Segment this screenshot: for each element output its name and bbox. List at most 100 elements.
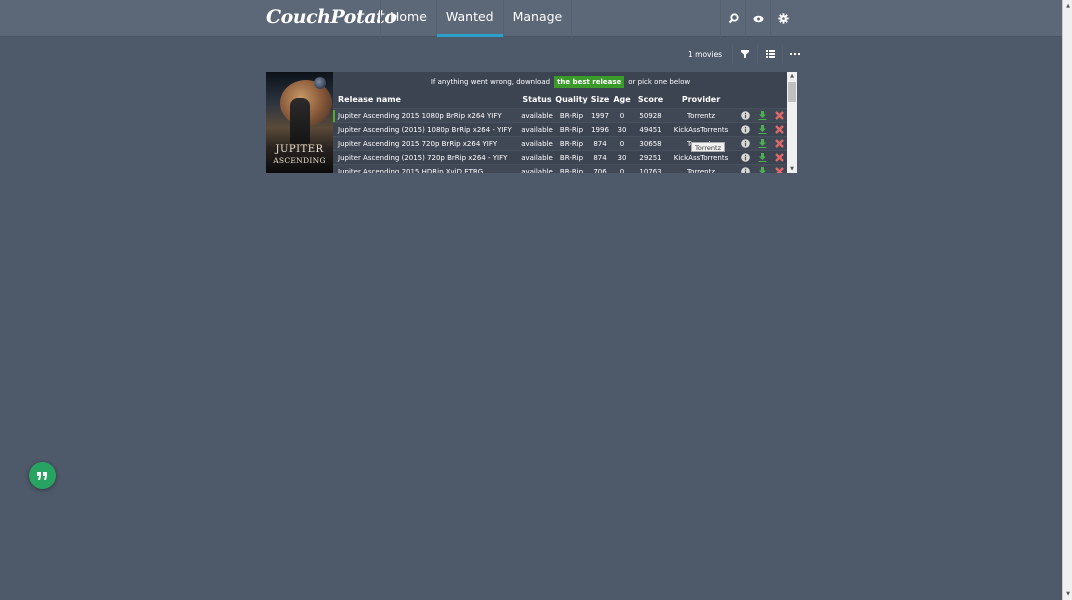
table-row[interactable]: Jupiter Ascending 2015 HDRip XviD ETRG av…	[333, 165, 788, 173]
info-icon	[741, 111, 750, 120]
view-button[interactable]	[745, 0, 770, 37]
delete-icon	[775, 139, 784, 148]
table-row[interactable]: Jupiter Ascending (2015) 1080p BrRip x26…	[333, 123, 788, 137]
col-provider[interactable]: Provider	[668, 95, 734, 104]
download-button[interactable]	[754, 166, 771, 173]
more-button[interactable]	[782, 44, 807, 64]
download-icon	[758, 125, 767, 134]
ignore-button[interactable]	[771, 110, 788, 122]
release-age: 0	[619, 167, 625, 174]
table-row[interactable]: Jupiter Ascending 2015 1080p BrRip x264 …	[333, 109, 788, 123]
more-icon	[790, 52, 801, 55]
col-status[interactable]: Status	[520, 95, 554, 104]
release-quality: BR-Rip	[559, 139, 584, 148]
release-provider: Torrentz	[686, 167, 715, 174]
release-name: Jupiter Ascending 2015 HDRip XviD ETRG	[338, 167, 484, 174]
info-button[interactable]	[737, 110, 754, 122]
release-score: 49451	[639, 125, 662, 134]
page-scrollbar[interactable]: ▲ ▼	[1062, 0, 1072, 600]
info-button[interactable]	[737, 166, 754, 173]
release-age: 30	[617, 125, 627, 134]
release-name: Jupiter Ascending (2015) 720p BrRip x264…	[338, 153, 508, 162]
release-status: available	[521, 125, 553, 134]
releases-table: Release name Status Quality Size Age Sco…	[333, 91, 788, 173]
release-status: available	[521, 111, 553, 120]
release-actions	[737, 110, 788, 122]
release-quality: BR-Rip	[559, 167, 584, 174]
poster-figures	[290, 98, 310, 144]
info-button[interactable]	[737, 152, 754, 164]
col-quality[interactable]: Quality	[554, 95, 589, 104]
release-name: Jupiter Ascending 2015 1080p BrRip x264 …	[338, 111, 502, 120]
info-icon	[741, 139, 750, 148]
col-age[interactable]: Age	[611, 95, 633, 104]
release-panel: JUPITER ASCENDING If anything went wrong…	[266, 72, 797, 173]
search-icon	[728, 13, 739, 24]
col-release-name[interactable]: Release name	[333, 95, 520, 104]
poster-title-line1: JUPITER	[275, 144, 324, 155]
delete-icon	[775, 167, 784, 173]
table-body: Jupiter Ascending 2015 1080p BrRip x264 …	[333, 109, 788, 173]
release-actions	[737, 166, 788, 173]
release-quality: BR-Rip	[559, 111, 584, 120]
quote-icon	[37, 471, 47, 480]
release-score: 10763	[639, 167, 662, 174]
movie-count: 1 movies	[688, 49, 723, 59]
settings-button[interactable]	[770, 0, 795, 37]
info-button[interactable]	[737, 138, 754, 150]
info-button[interactable]	[737, 124, 754, 136]
release-provider: KickAssTorrents	[673, 125, 729, 134]
filter-button[interactable]	[732, 44, 757, 64]
download-button[interactable]	[754, 124, 771, 136]
release-actions	[737, 124, 788, 136]
release-quality: BR-Rip	[559, 125, 584, 134]
release-provider: Torrentz	[686, 111, 715, 120]
poster-title-line2: ASCENDING	[273, 156, 326, 165]
main-nav: Home Wanted Manage	[380, 0, 573, 37]
release-size: 874	[593, 153, 607, 162]
best-release-link[interactable]: the best release	[554, 75, 625, 88]
release-age: 0	[619, 139, 625, 148]
page-scroll-up[interactable]: ▲	[1063, 2, 1072, 10]
release-status: available	[521, 139, 553, 148]
ignore-button[interactable]	[771, 166, 788, 173]
download-button[interactable]	[754, 152, 771, 164]
release-size: 706	[593, 167, 607, 174]
nav-home[interactable]: Home	[380, 0, 436, 37]
eye-icon	[753, 15, 763, 22]
delete-icon	[775, 153, 784, 162]
table-row[interactable]: Jupiter Ascending (2015) 720p BrRip x264…	[333, 151, 788, 165]
delete-icon	[775, 125, 784, 134]
release-score: 50928	[639, 111, 662, 120]
info-icon	[741, 153, 750, 162]
feedback-button[interactable]	[29, 462, 56, 489]
page-scroll-down[interactable]: ▼	[1063, 590, 1072, 598]
ignore-button[interactable]	[771, 124, 788, 136]
download-button[interactable]	[754, 138, 771, 150]
notice-prefix: If anything went wrong, download	[430, 77, 551, 86]
release-size: 1997	[591, 111, 609, 120]
list-view-button[interactable]	[757, 44, 782, 64]
ignore-button[interactable]	[771, 152, 788, 164]
logo[interactable]: CouchPotato	[266, 6, 397, 28]
movie-poster[interactable]: JUPITER ASCENDING	[266, 72, 333, 173]
ignore-button[interactable]	[771, 138, 788, 150]
nav-manage[interactable]: Manage	[502, 0, 573, 37]
release-list-scrollbar[interactable]: ▲ ▼	[787, 72, 797, 173]
col-score[interactable]: Score	[633, 95, 668, 104]
release-actions	[737, 152, 788, 164]
scroll-thumb[interactable]	[788, 82, 796, 102]
download-button[interactable]	[754, 110, 771, 122]
release-size: 1996	[591, 125, 609, 134]
release-score: 29251	[639, 153, 662, 162]
release-name: Jupiter Ascending 2015 720p BrRip x264 Y…	[338, 139, 498, 148]
scroll-up-arrow[interactable]: ▲	[787, 72, 797, 80]
filter-icon	[741, 50, 750, 58]
scroll-down-arrow[interactable]: ▼	[787, 165, 797, 173]
search-button[interactable]	[720, 0, 745, 37]
header-icons	[720, 0, 795, 37]
release-score: 30658	[639, 139, 662, 148]
col-size[interactable]: Size	[589, 95, 611, 104]
best-release-notice: If anything went wrong, download the bes…	[333, 72, 788, 91]
nav-wanted[interactable]: Wanted	[435, 0, 503, 37]
